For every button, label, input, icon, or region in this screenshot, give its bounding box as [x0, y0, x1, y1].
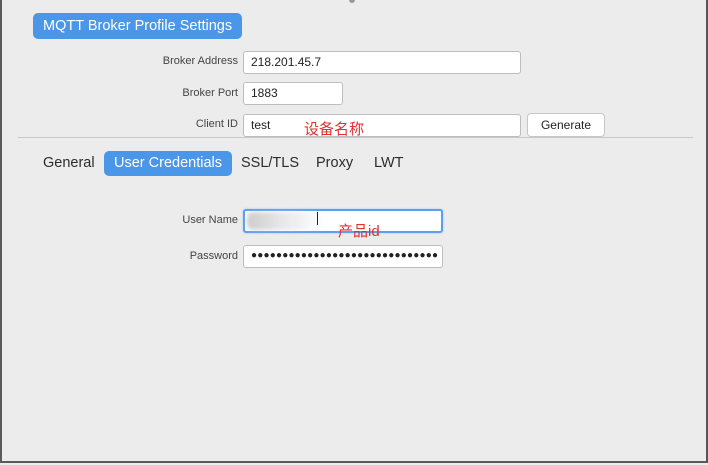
user-name-annotation: 产品id — [338, 223, 380, 240]
tab-ssl-tls[interactable]: SSL/TLS — [231, 151, 309, 176]
client-id-input[interactable]: test — [243, 114, 521, 137]
generate-button[interactable]: Generate — [527, 113, 605, 137]
password-label: Password — [189, 250, 238, 262]
profile-title: MQTT Broker Profile Settings — [33, 13, 243, 39]
broker-port-label: Broker Port — [182, 87, 238, 99]
tab-user-credentials[interactable]: User Credentials — [104, 151, 232, 176]
tab-proxy[interactable]: Proxy — [306, 151, 363, 176]
broker-address-label: Broker Address — [162, 55, 238, 67]
tab-general[interactable]: General — [33, 151, 105, 176]
tab-lwt[interactable]: LWT — [364, 151, 414, 176]
broker-address-input[interactable]: 218.201.45.7 — [243, 51, 521, 74]
client-id-annotation: 设备名称 — [304, 121, 365, 138]
text-cursor — [317, 212, 318, 225]
redacted-username — [247, 212, 325, 230]
broker-port-input[interactable]: 1883 — [243, 82, 343, 105]
client-id-label: Client ID — [195, 118, 238, 130]
user-name-label: User Name — [182, 214, 238, 226]
section-divider — [18, 137, 693, 138]
password-mask: ●●●●●●●●●●●●●●●●●●●●●●●●●●●●●● — [251, 250, 439, 261]
